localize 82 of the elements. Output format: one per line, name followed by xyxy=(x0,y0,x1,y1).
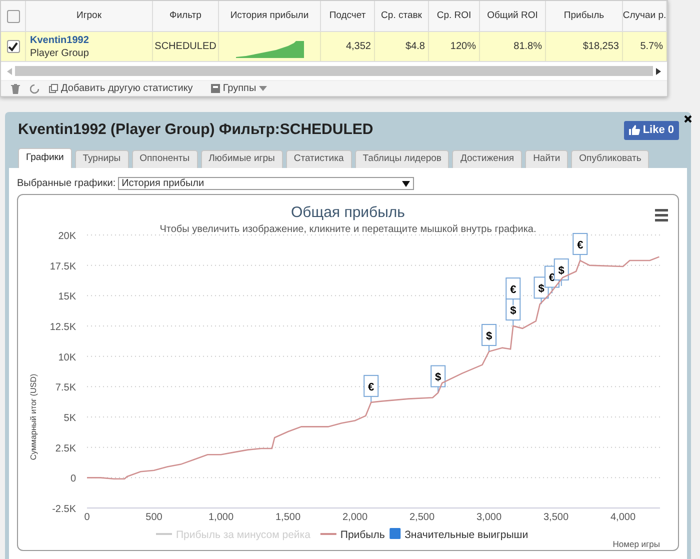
y-tick-label: 7.5K xyxy=(55,382,76,394)
x-tick-label: 3,000 xyxy=(476,512,502,523)
y-tick-label: -2.5K xyxy=(52,504,76,515)
annotation: € xyxy=(510,284,516,296)
annotation: $ xyxy=(538,283,544,296)
y-tick-label: 5K xyxy=(64,413,76,424)
chart-title: Общая прибыль xyxy=(290,204,406,221)
x-axis-title: Номер игры xyxy=(612,539,660,549)
table-row[interactable]: Kventin1992 Player Group SCHEDULED 4,352 $4.8 120% 81.8% $18,253 5.7% xyxy=(1,32,667,62)
legend-item[interactable]: Прибыль xyxy=(320,529,385,541)
legend-label: Прибыль xyxy=(340,529,386,541)
tab[interactable]: Графики xyxy=(18,148,72,168)
tab[interactable]: Оппоненты xyxy=(132,150,198,168)
y-tick-label: 2.5K xyxy=(55,443,76,454)
x-tick-label: 0 xyxy=(84,512,90,523)
chart-subtitle: Чтобы увеличить изображение, кликните и перетащите мышкой внутрь графика. xyxy=(160,224,536,235)
tab[interactable]: Любимые игры xyxy=(200,150,283,168)
panel-title: Kventin1992 (Player Group) Фильтр:SCHEDULED xyxy=(18,120,374,140)
y-tick-label: 12.5K xyxy=(50,322,76,333)
column-header[interactable]: Ср. ROI xyxy=(429,1,480,31)
table-cell-text: 5.7% xyxy=(640,40,663,54)
annotation: $ xyxy=(558,264,564,277)
x-tick-label: 2,000 xyxy=(342,512,368,523)
horizontal-scrollbar[interactable] xyxy=(7,64,661,78)
tab[interactable]: Турниры xyxy=(74,150,129,168)
sparkline-drawing xyxy=(236,41,304,58)
table-cell-text: $18,253 xyxy=(582,40,619,54)
checkbox[interactable] xyxy=(6,10,20,22)
y-axis-title: Суммарный итог (USD) xyxy=(29,374,38,460)
y-tick-label: 10K xyxy=(58,352,76,364)
y-tick-label: 20K xyxy=(58,231,76,242)
column-header[interactable]: Игрок xyxy=(26,1,153,31)
menu-icon[interactable] xyxy=(655,209,668,222)
annotation: $ xyxy=(435,372,442,384)
column-header[interactable]: Общий ROI xyxy=(480,1,546,31)
player-link[interactable]: Kventin1992 xyxy=(30,34,148,46)
x-tick-label: 2,500 xyxy=(410,512,435,523)
tab[interactable]: Статистика xyxy=(286,150,352,168)
x-tick-label: 3,500 xyxy=(544,512,569,523)
column-header[interactable]: Прибыль xyxy=(546,1,623,31)
table-cell-text: 81.8% xyxy=(514,40,542,54)
checkbox[interactable] xyxy=(6,40,20,53)
column-header[interactable]: Подсчет xyxy=(321,1,375,31)
x-tick-label: 4,000 xyxy=(610,512,636,523)
annotation: $ xyxy=(486,330,492,342)
table-cell-text: $4.8 xyxy=(406,40,425,54)
y-tick-label: 0 xyxy=(70,474,76,485)
caret-icon xyxy=(402,180,410,186)
annotation: $ xyxy=(510,305,516,317)
y-tick-label: 15K xyxy=(58,292,76,303)
player-group: Player Group xyxy=(30,46,148,60)
chart-select-label: Выбранные графики: xyxy=(17,177,116,191)
scroll-right-icon[interactable] xyxy=(656,68,661,74)
close-icon[interactable] xyxy=(684,115,692,123)
tab[interactable]: Достижения xyxy=(452,150,522,168)
legend-item[interactable]: Значительные выигрыши xyxy=(390,528,528,541)
copy-icon xyxy=(49,84,58,93)
refresh-icon[interactable] xyxy=(30,84,39,94)
tab[interactable]: Опубликовать xyxy=(571,150,650,168)
tab[interactable]: Таблицы лидеров xyxy=(354,150,450,168)
thumbs-up-icon xyxy=(628,125,640,135)
scroll-left-icon[interactable] xyxy=(7,68,12,74)
table-cell-text: 120% xyxy=(450,40,476,54)
column-header[interactable]: Случаи р. xyxy=(623,1,667,31)
add-stat-button[interactable]: Добавить другую статистику xyxy=(49,81,193,96)
x-tick-label: 500 xyxy=(146,512,162,523)
x-tick-label: 1,500 xyxy=(276,512,301,523)
chart-select[interactable]: История прибыли xyxy=(118,177,414,190)
table-cell-text: 4,352 xyxy=(346,40,371,54)
groups-button[interactable]: Группы xyxy=(210,81,268,96)
column-header[interactable]: Ср. ставк xyxy=(375,1,429,31)
annotation: € xyxy=(577,239,584,252)
x-tick-label: 1,000 xyxy=(208,512,234,523)
column-header[interactable]: История прибыли xyxy=(219,1,321,31)
like-button[interactable]: Like 0 xyxy=(624,120,679,140)
annotation: € xyxy=(368,381,374,394)
table-cell-text: SCHEDULED xyxy=(154,40,216,54)
column-header[interactable]: Фильтр xyxy=(153,1,219,31)
y-tick-label: 17.5K xyxy=(50,261,76,272)
trash-icon[interactable] xyxy=(11,84,20,94)
tab[interactable]: Найти xyxy=(525,150,568,168)
caret-icon xyxy=(259,86,268,91)
